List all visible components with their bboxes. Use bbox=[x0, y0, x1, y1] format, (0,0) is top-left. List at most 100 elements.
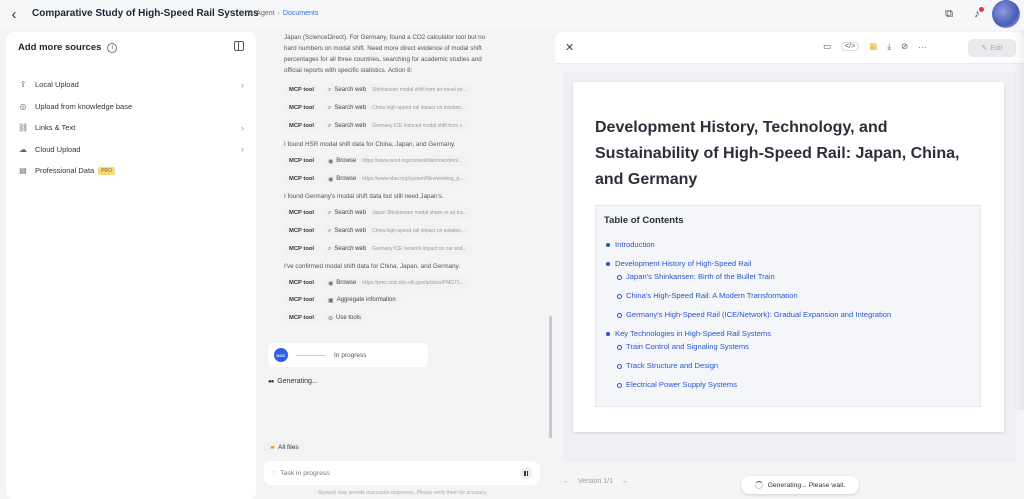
search-icon: ⌕ bbox=[328, 104, 332, 111]
task-input[interactable] bbox=[280, 469, 520, 477]
tool-call-row[interactable]: MCP tool ◉ Browse https://www.nber.org/sys… bbox=[284, 173, 469, 185]
sidebar-item-knowledge-base[interactable]: ◎ Upload from knowledge base bbox=[18, 96, 244, 118]
mcp-tool-tag: MCP tool bbox=[284, 173, 320, 185]
pause-button[interactable] bbox=[520, 467, 532, 479]
tool-action: Search web bbox=[334, 210, 367, 216]
toc-subitem[interactable]: Electrical Power Supply Systems bbox=[606, 380, 891, 389]
document-viewer[interactable]: Development History, Technology, and Sus… bbox=[563, 72, 1016, 494]
chat-scrollbar[interactable] bbox=[549, 316, 552, 438]
sidebar-title: Add more sources bbox=[18, 42, 102, 53]
tool-call-row[interactable]: MCP tool ◉ Browse https://pmc.ncbi.nlm.nih… bbox=[284, 277, 469, 289]
edge-shadow bbox=[1012, 30, 1024, 410]
code-view-icon[interactable]: </> bbox=[841, 42, 860, 51]
toc-subitem[interactable]: Train Control and Signaling Systems bbox=[606, 342, 891, 351]
tool-call-row[interactable]: MCP tool ⌕ Search web China high-speed rai… bbox=[284, 225, 471, 237]
avatar[interactable] bbox=[992, 0, 1020, 28]
files-icon[interactable]: ▦ bbox=[869, 41, 877, 52]
toc-title: Table of Contents bbox=[604, 215, 684, 226]
progress-line bbox=[296, 354, 326, 356]
download-icon[interactable]: ⤓ bbox=[887, 41, 891, 52]
sidebar-item-links-text[interactable]: ⛓ Links & Text › bbox=[18, 117, 244, 139]
prev-version-icon[interactable]: ← bbox=[563, 478, 570, 485]
tool-call-row[interactable]: MCP tool ⊜ Use tools bbox=[284, 312, 367, 324]
sidebar-header: Add more sources i bbox=[18, 42, 118, 53]
message-line: Japan (ScienceDirect). For Germany, foun… bbox=[284, 34, 486, 41]
close-icon[interactable]: ✕ bbox=[565, 41, 574, 54]
edit-icon: ✎ bbox=[981, 45, 988, 52]
tool-detail: Germany ICE induced modal shift from r..… bbox=[372, 123, 466, 129]
tool-detail: Shinkansen modal shift from air travel p… bbox=[372, 87, 467, 93]
mcp-tool-tag: MCP tool bbox=[284, 120, 320, 132]
mcp-tool-tag: MCP tool bbox=[284, 277, 320, 289]
task-icon: ◌ bbox=[272, 469, 277, 477]
tool-call-row[interactable]: MCP tool ⌕ Search web Germany ICE induced … bbox=[284, 120, 471, 132]
version-label: Version 1/1 bbox=[578, 478, 614, 485]
toc-subitem[interactable]: China's High-Speed Rail: A Modern Transf… bbox=[606, 291, 891, 300]
aggregate-icon: ▣ bbox=[328, 297, 334, 304]
document-page: Development History, Technology, and Sus… bbox=[573, 82, 1004, 432]
search-icon: ⌕ bbox=[328, 209, 332, 216]
tool-detail: https://pmc.ncbi.nlm.nih.gov/articles/PM… bbox=[362, 280, 464, 286]
collapse-sidebar-icon[interactable] bbox=[234, 41, 244, 51]
tool-call-row[interactable]: MCP tool ⌕ Search web Germany ICE network … bbox=[284, 243, 472, 255]
tool-action: Search web bbox=[334, 246, 367, 252]
toc-list: Introduction Development History of High… bbox=[606, 240, 891, 389]
tool-call-row[interactable]: MCP tool ▣ Aggregate information bbox=[284, 294, 401, 306]
agent-icon: ⚙ bbox=[247, 10, 254, 17]
chat-input-box: ◌ bbox=[264, 461, 540, 485]
document-heading: Development History, Technology, and Sus… bbox=[595, 119, 960, 188]
calendar-icon[interactable]: ▭ bbox=[823, 41, 831, 52]
tool-call-row[interactable]: MCP tool ◉ Browse https://www.oecd.org/con… bbox=[284, 155, 468, 167]
search-icon: ⌕ bbox=[328, 227, 332, 234]
compass-icon[interactable]: ⊘ bbox=[901, 41, 908, 52]
edit-label: Edit bbox=[990, 44, 1003, 52]
breadcrumb-agent[interactable]: Agent bbox=[256, 10, 274, 17]
loading-dots-icon: ●● bbox=[268, 378, 274, 385]
toc-subitem[interactable]: Germany's High-Speed Rail (ICE/Network):… bbox=[606, 310, 891, 319]
sidebar-item-label: Upload from knowledge base bbox=[35, 101, 133, 111]
tool-detail: China high-speed rail impact on aviation… bbox=[372, 105, 466, 111]
info-icon[interactable]: i bbox=[107, 42, 118, 53]
toc-item[interactable]: Key Technologies in High-Speed Rail Syst… bbox=[606, 329, 891, 338]
toc-subitem[interactable]: Japan's Shinkansen: Birth of the Bullet … bbox=[606, 272, 891, 281]
tool-action: Search web bbox=[334, 87, 367, 93]
tool-action: Search web bbox=[334, 105, 367, 111]
next-version-icon[interactable]: → bbox=[621, 478, 628, 485]
mcp-tool-tag: MCP tool bbox=[284, 312, 320, 324]
tool-action: Aggregate information bbox=[336, 297, 396, 303]
progress-card[interactable]: DOC In progress bbox=[268, 343, 428, 367]
more-icon[interactable]: ··· bbox=[918, 42, 927, 52]
share-icon[interactable]: ⧉ bbox=[942, 7, 956, 21]
toc-subitem[interactable]: Track Structure and Design bbox=[606, 361, 891, 370]
progress-status: In progress bbox=[334, 351, 367, 359]
message-line: percentages for all three countries, sea… bbox=[284, 56, 482, 63]
doc-badge: DOC bbox=[274, 348, 288, 362]
all-files-button[interactable]: ▰ All files bbox=[264, 440, 305, 454]
agent-note: I've confirmed modal shift data for Chin… bbox=[284, 263, 461, 270]
tool-action: Browse bbox=[336, 280, 357, 286]
tool-call-row[interactable]: MCP tool ⌕ Search web Japan Shinkansen mod… bbox=[284, 207, 472, 219]
version-bar: ← Version 1/1 → bbox=[563, 478, 628, 485]
toc-item[interactable]: Development History of High-Speed Rail bbox=[606, 259, 891, 268]
source-list: ⇪ Local Upload › ◎ Upload from knowledge… bbox=[18, 74, 244, 182]
folder-icon: ▰ bbox=[270, 444, 275, 451]
breadcrumb-documents[interactable]: Documents bbox=[283, 10, 318, 17]
mcp-tool-tag: MCP tool bbox=[284, 243, 320, 255]
sidebar-item-cloud-upload[interactable]: ☁ Cloud Upload › bbox=[18, 139, 244, 161]
tool-call-row[interactable]: MCP tool ⌕ Search web China high-speed rai… bbox=[284, 102, 471, 114]
generating-pill: Generating... Please wait. bbox=[741, 476, 859, 494]
tool-detail: Japan Shinkansen modal share vs air tra.… bbox=[372, 210, 467, 216]
back-arrow-icon[interactable]: ‹ bbox=[6, 6, 22, 23]
sidebar-item-professional-data[interactable]: ▤ Professional Data PRO bbox=[18, 160, 244, 182]
disclaimer: Skywork may provide inaccurate responses… bbox=[317, 490, 488, 496]
sidebar-item-local-upload[interactable]: ⇪ Local Upload › bbox=[18, 74, 244, 96]
tool-action: Browse bbox=[336, 158, 357, 164]
tool-call-row[interactable]: MCP tool ⌕ Search web Shinkansen modal shi… bbox=[284, 84, 472, 96]
bell-icon[interactable]: ♪ bbox=[970, 7, 984, 21]
edit-button[interactable]: ✎ Edit bbox=[968, 39, 1016, 57]
toc-item[interactable]: Introduction bbox=[606, 240, 891, 249]
sidebar-item-label: Links & Text bbox=[35, 123, 76, 133]
generating-status: ●● Generating... bbox=[268, 378, 318, 385]
sidebar-item-label: Professional Data bbox=[35, 166, 95, 176]
generating-label: Generating... bbox=[277, 378, 318, 385]
